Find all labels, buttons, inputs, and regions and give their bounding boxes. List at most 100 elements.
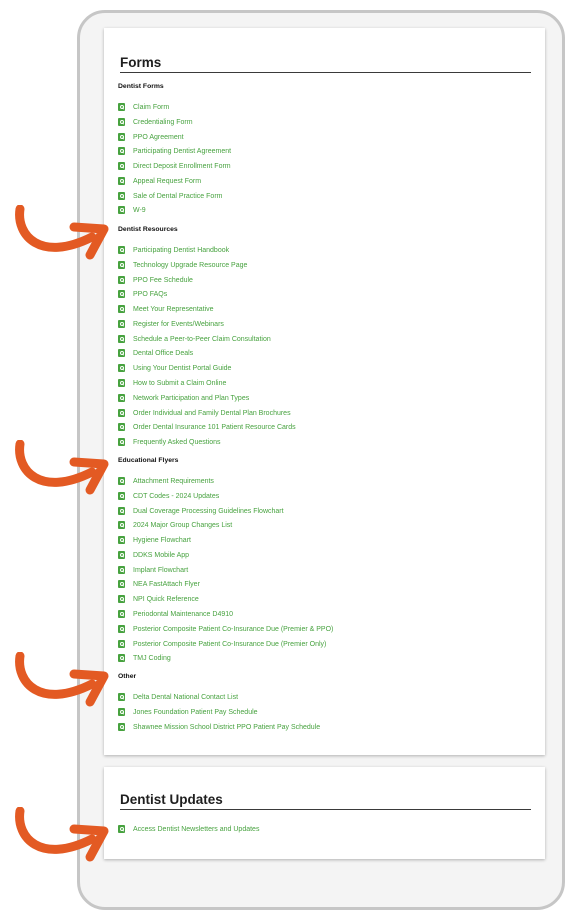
document-search-icon (118, 492, 125, 500)
link-delta-dental-national-contact-list[interactable]: Delta Dental National Contact List (118, 692, 238, 702)
link-posterior-composite-patient-co-insurance-due-premier-only[interactable]: Posterior Composite Patient Co-Insurance… (118, 639, 326, 649)
link-participating-dentist-agreement[interactable]: Participating Dentist Agreement (118, 146, 231, 156)
document-search-icon (118, 305, 125, 313)
document-search-icon (118, 640, 125, 648)
document-search-icon (118, 320, 125, 328)
link-label: Posterior Composite Patient Co-Insurance… (133, 640, 327, 648)
link-tmj-coding[interactable]: TMJ Coding (118, 653, 171, 663)
link-ddks-mobile-app[interactable]: DDKS Mobile App (118, 550, 189, 560)
link-credentialing-form[interactable]: Credentialing Form (118, 117, 193, 127)
link-schedule-a-peer-to-peer-claim-consultation[interactable]: Schedule a Peer-to-Peer Claim Consultati… (118, 334, 271, 344)
section-heading-other: Other (118, 673, 137, 680)
link-label: 2024 Major Group Changes List (133, 521, 233, 529)
link-order-dental-insurance-101-patient-resource-cards[interactable]: Order Dental Insurance 101 Patient Resou… (118, 422, 296, 432)
link-technology-upgrade-resource-page[interactable]: Technology Upgrade Resource Page (118, 260, 247, 270)
link-posterior-composite-patient-co-insurance-due-premier-and-ppo[interactable]: Posterior Composite Patient Co-Insurance… (118, 624, 333, 634)
link-label: PPO Agreement (133, 133, 184, 141)
link-hygiene-flowchart[interactable]: Hygiene Flowchart (118, 535, 191, 545)
link-label: Implant Flowchart (133, 566, 189, 574)
document-search-icon (118, 566, 125, 574)
document-search-icon (118, 723, 125, 731)
link-label: Technology Upgrade Resource Page (133, 261, 248, 269)
link-meet-your-representative[interactable]: Meet Your Representative (118, 304, 214, 314)
dentist-updates-divider (120, 809, 531, 810)
link-jones-foundation-patient-pay-schedule[interactable]: Jones Foundation Patient Pay Schedule (118, 707, 258, 717)
link-label: Shawnee Mission School District PPO Pati… (133, 723, 321, 731)
link-order-individual-and-family-dental-plan-brochures[interactable]: Order Individual and Family Dental Plan … (118, 408, 291, 418)
document-search-icon (118, 177, 125, 185)
document-search-icon (118, 276, 125, 284)
link-2024-major-group-changes-list[interactable]: 2024 Major Group Changes List (118, 520, 232, 530)
document-search-icon (118, 409, 125, 417)
link-claim-form[interactable]: Claim Form (118, 102, 169, 112)
link-cdt-codes-2024-updates[interactable]: CDT Codes - 2024 Updates (118, 491, 219, 501)
link-label: Posterior Composite Patient Co-Insurance… (133, 625, 334, 633)
link-periodontal-maintenance-d4910[interactable]: Periodontal Maintenance D4910 (118, 609, 233, 619)
curved-arrow-icon (15, 807, 109, 862)
document-search-icon (118, 379, 125, 387)
curved-arrow-icon (15, 440, 109, 495)
link-label: Hygiene Flowchart (133, 536, 191, 544)
link-label: CDT Codes - 2024 Updates (133, 492, 220, 500)
document-search-icon (118, 290, 125, 298)
link-using-your-dentist-portal-guide[interactable]: Using Your Dentist Portal Guide (118, 363, 231, 373)
link-label: Appeal Request Form (133, 177, 202, 185)
dentist-updates-title: Dentist Updates (120, 792, 223, 807)
link-label: How to Submit a Claim Online (133, 379, 227, 387)
link-label: NPI Quick Reference (133, 595, 199, 603)
link-label: Order Individual and Family Dental Plan … (133, 409, 291, 417)
link-access-dentist-newsletters-and-updates[interactable]: Access Dentist Newsletters and Updates (118, 824, 259, 834)
link-dual-coverage-processing-guidelines-flowchart[interactable]: Dual Coverage Processing Guidelines Flow… (118, 506, 284, 516)
dentist-updates-card: Dentist Updates Access Dentist Newslette… (104, 767, 545, 859)
document-search-icon (118, 147, 125, 155)
document-search-icon (118, 625, 125, 633)
link-shawnee-mission-school-district-ppo-patient-pay-schedule[interactable]: Shawnee Mission School District PPO Pati… (118, 722, 320, 732)
document-search-icon (118, 610, 125, 618)
link-label: Dental Office Deals (133, 349, 194, 357)
link-label: Order Dental Insurance 101 Patient Resou… (133, 423, 296, 431)
link-sale-of-dental-practice-form[interactable]: Sale of Dental Practice Form (118, 191, 222, 201)
link-network-participation-and-plan-types[interactable]: Network Participation and Plan Types (118, 393, 249, 403)
link-label: PPO FAQs (133, 290, 168, 298)
document-search-icon (118, 162, 125, 170)
document-search-icon (118, 335, 125, 343)
link-label: Meet Your Representative (133, 305, 214, 313)
forms-card: Forms Dentist Forms Claim Form Credentiali… (104, 28, 545, 755)
link-label: Access Dentist Newsletters and Updates (133, 825, 260, 833)
link-direct-deposit-enrollment-form[interactable]: Direct Deposit Enrollment Form (118, 161, 231, 171)
document-search-icon (118, 103, 125, 111)
link-label: Periodontal Maintenance D4910 (133, 610, 234, 618)
link-nea-fastattach-flyer[interactable]: NEA FastAttach Flyer (118, 579, 200, 589)
document-search-icon (118, 693, 125, 701)
link-ppo-fee-schedule[interactable]: PPO Fee Schedule (118, 275, 193, 285)
link-frequently-asked-questions[interactable]: Frequently Asked Questions (118, 437, 221, 447)
link-appeal-request-form[interactable]: Appeal Request Form (118, 176, 201, 186)
link-label: Jones Foundation Patient Pay Schedule (133, 708, 258, 716)
link-ppo-faqs[interactable]: PPO FAQs (118, 289, 167, 299)
link-label: Network Participation and Plan Types (133, 394, 250, 402)
link-label: Attachment Requirements (133, 477, 214, 485)
link-label: NEA FastAttach Flyer (133, 580, 200, 588)
link-npi-quick-reference[interactable]: NPI Quick Reference (118, 594, 199, 604)
forms-title: Forms (120, 55, 162, 70)
document-search-icon (118, 364, 125, 372)
link-how-to-submit-a-claim-online[interactable]: How to Submit a Claim Online (118, 378, 226, 388)
document-search-icon (118, 438, 125, 446)
link-label: Credentialing Form (133, 118, 193, 126)
document-search-icon (118, 133, 125, 141)
document-search-icon (118, 580, 125, 588)
link-label: W-9 (133, 206, 146, 214)
link-participating-dentist-handbook[interactable]: Participating Dentist Handbook (118, 245, 229, 255)
link-implant-flowchart[interactable]: Implant Flowchart (118, 565, 188, 575)
link-w-9[interactable]: W-9 (118, 205, 146, 215)
link-label: Direct Deposit Enrollment Form (133, 162, 231, 170)
section-heading-dentist-resources: Dentist Resources (118, 226, 178, 233)
link-ppo-agreement[interactable]: PPO Agreement (118, 132, 184, 142)
document-search-icon (118, 349, 125, 357)
link-attachment-requirements[interactable]: Attachment Requirements (118, 476, 214, 486)
document-search-icon (118, 192, 125, 200)
link-register-for-events-webinars[interactable]: Register for Events/Webinars (118, 319, 224, 329)
link-label: Participating Dentist Handbook (133, 246, 230, 254)
document-search-icon (118, 507, 125, 515)
link-dental-office-deals[interactable]: Dental Office Deals (118, 348, 193, 358)
